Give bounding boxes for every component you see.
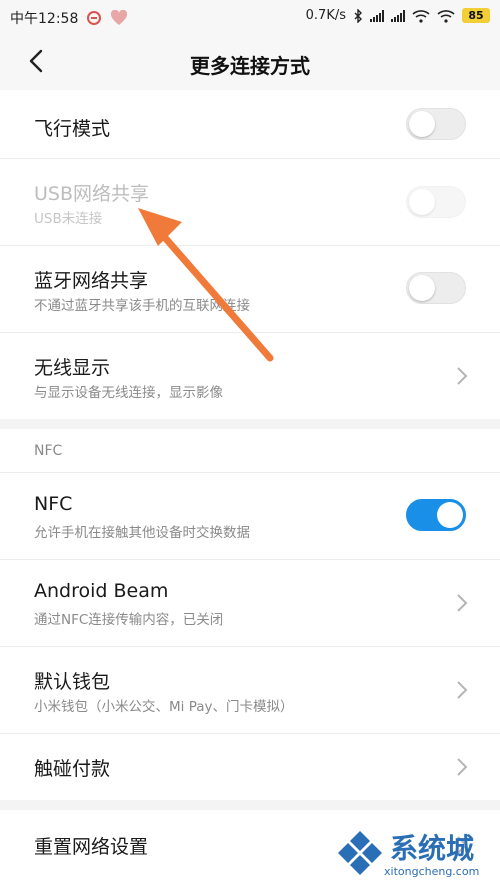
status-bar: 中午12:58 0.7K/s 85 <box>0 0 500 34</box>
nfc-section-header: NFC <box>0 429 500 473</box>
nfc-section-title: NFC <box>34 443 63 459</box>
wireless-display-label: 无线显示 <box>34 357 111 379</box>
bluetooth-tethering-label: 蓝牙网络共享 <box>34 270 149 292</box>
nfc-row[interactable]: NFC 允许手机在接触其他设备时交换数据 <box>0 473 500 559</box>
bluetooth-tethering-desc: 不通过蓝牙共享该手机的互联网连接 <box>34 298 250 314</box>
health-notification-icon <box>111 10 128 25</box>
android-beam-label: Android Beam <box>34 580 169 602</box>
usb-tethering-toggle <box>406 186 466 218</box>
wireless-display-desc: 与显示设备无线连接，显示影像 <box>34 385 223 401</box>
wifi-icon-2 <box>437 9 455 23</box>
status-time: 中午12:58 <box>10 11 79 27</box>
chevron-right-icon <box>457 758 468 776</box>
android-beam-row[interactable]: Android Beam 通过NFC连接传输内容，已关闭 <box>0 560 500 646</box>
nfc-label: NFC <box>34 493 73 515</box>
chevron-right-icon <box>457 367 468 385</box>
status-left: 中午12:58 <box>10 8 128 28</box>
page-title: 更多连接方式 <box>190 54 310 78</box>
chevron-right-icon <box>457 594 468 612</box>
wifi-icon <box>412 9 430 23</box>
battery-icon: 85 <box>462 8 490 23</box>
default-wallet-desc: 小米钱包（小米公交、Mi Pay、门卡模拟） <box>34 699 294 715</box>
default-wallet-row[interactable]: 默认钱包 小米钱包（小米公交、Mi Pay、门卡模拟） <box>0 647 500 733</box>
android-beam-desc: 通过NFC连接传输内容，已关闭 <box>34 612 224 628</box>
usb-tethering-label: USB网络共享 <box>34 183 150 205</box>
airplane-mode-toggle[interactable] <box>406 108 466 140</box>
airplane-mode-row[interactable]: 飞行模式 <box>0 90 500 158</box>
default-wallet-label: 默认钱包 <box>34 671 111 693</box>
bluetooth-tethering-row[interactable]: 蓝牙网络共享 不通过蓝牙共享该手机的互联网连接 <box>0 246 500 332</box>
airplane-mode-label: 飞行模式 <box>34 118 111 140</box>
watermark: 系统城 xitongcheng.com <box>336 825 496 885</box>
section-gap <box>0 419 500 429</box>
section-gap <box>0 800 500 810</box>
usb-tethering-row: USB网络共享 USB未连接 <box>0 159 500 245</box>
bluetooth-icon <box>354 8 362 23</box>
app-notification-icon <box>87 11 102 25</box>
usb-tethering-status: USB未连接 <box>34 211 103 227</box>
status-right: 0.7K/s 85 <box>306 8 490 23</box>
signal-icon-2 <box>391 9 405 22</box>
wireless-display-row[interactable]: 无线显示 与显示设备无线连接，显示影像 <box>0 333 500 419</box>
tap-and-pay-label: 触碰付款 <box>34 758 111 780</box>
watermark-url: xitongcheng.com <box>384 865 480 878</box>
tap-and-pay-row[interactable]: 触碰付款 <box>0 734 500 800</box>
bluetooth-tethering-toggle[interactable] <box>406 272 466 304</box>
nfc-desc: 允许手机在接触其他设备时交换数据 <box>34 525 250 541</box>
reset-network-label: 重置网络设置 <box>34 836 149 858</box>
watermark-text: 系统城 <box>390 832 475 865</box>
network-speed: 0.7K/s <box>305 8 346 23</box>
chevron-right-icon <box>457 681 468 699</box>
watermark-logo-icon <box>338 831 382 875</box>
signal-icon-1 <box>370 9 384 22</box>
nfc-toggle[interactable] <box>406 499 466 531</box>
header: 更多连接方式 <box>0 34 500 90</box>
